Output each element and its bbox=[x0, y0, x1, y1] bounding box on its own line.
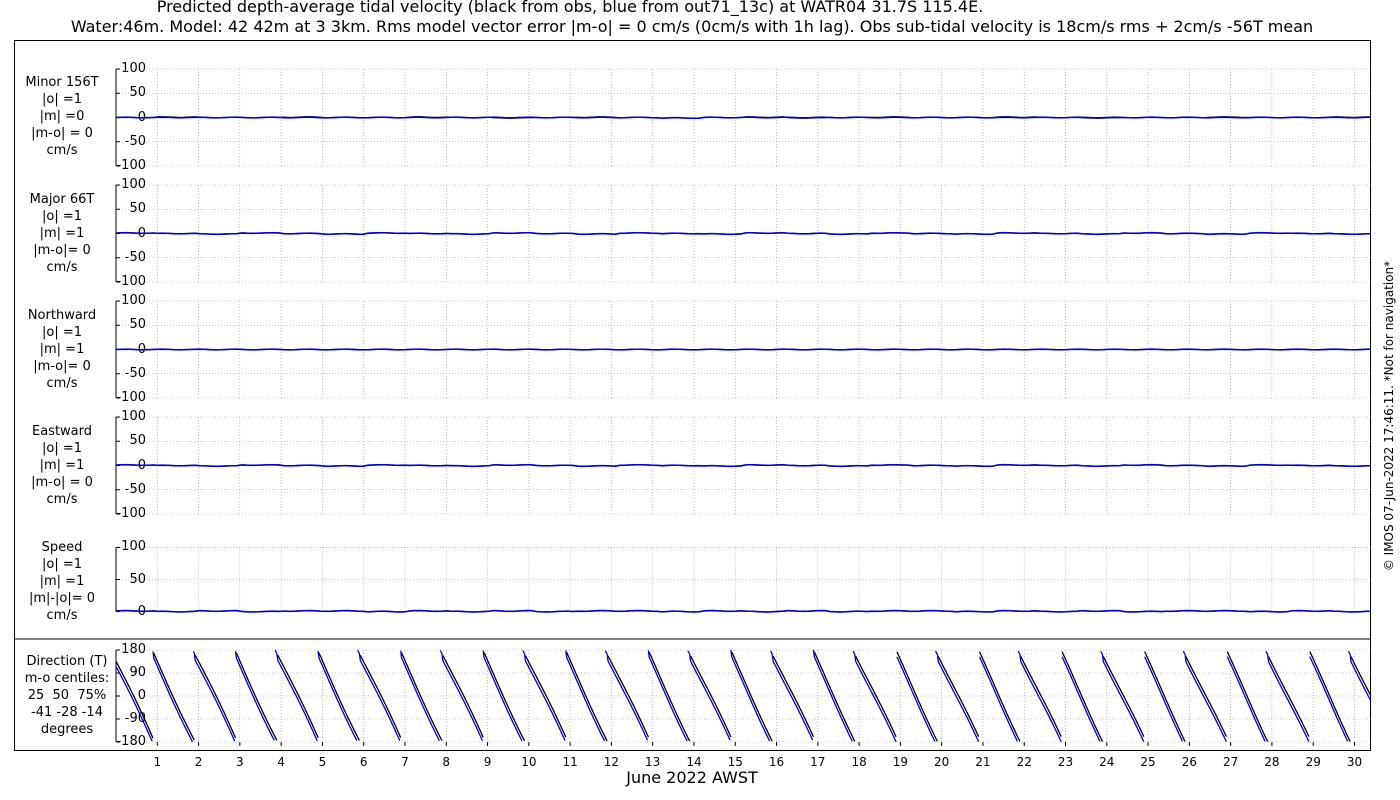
direction-series-line bbox=[442, 655, 484, 738]
direction-series-line bbox=[937, 655, 980, 737]
direction-series-line bbox=[153, 652, 195, 741]
direction-series-line bbox=[277, 654, 319, 739]
direction-series-line bbox=[1102, 656, 1145, 737]
direction-series-line bbox=[1144, 651, 1186, 742]
direction-series-line bbox=[1226, 656, 1266, 742]
direction-series-line bbox=[524, 655, 567, 738]
chart-svg bbox=[14, 68, 1372, 746]
direction-series-line bbox=[648, 651, 691, 742]
direction-series-line bbox=[1061, 651, 1104, 742]
direction-series-line bbox=[1144, 656, 1184, 742]
direction-series-line bbox=[896, 651, 938, 742]
series-line bbox=[115, 609, 1372, 613]
direction-series-line bbox=[194, 654, 237, 739]
direction-series-line bbox=[731, 651, 773, 742]
direction-series-line bbox=[689, 655, 732, 738]
direction-series-line bbox=[772, 655, 815, 738]
direction-series-line bbox=[1350, 656, 1372, 696]
direction-series-line bbox=[978, 651, 1021, 742]
direction-series-line bbox=[896, 656, 936, 742]
direction-series-line bbox=[978, 656, 1018, 742]
direction-series-line bbox=[483, 652, 526, 742]
direction-series-line bbox=[1020, 656, 1062, 737]
direction-series-line bbox=[1185, 656, 1227, 737]
series-line bbox=[115, 348, 1372, 351]
series-line bbox=[115, 116, 1372, 120]
x-axis-label: June 2022 AWST bbox=[626, 768, 758, 787]
direction-series-line bbox=[235, 652, 278, 741]
direction-series-line bbox=[357, 649, 401, 742]
direction-series-line bbox=[1267, 656, 1310, 737]
direction-series-line bbox=[1061, 656, 1101, 742]
direction-series-line bbox=[359, 654, 402, 738]
direction-series-line bbox=[192, 651, 236, 742]
direction-series-line bbox=[566, 652, 608, 742]
series-line bbox=[115, 463, 1372, 468]
direction-series-line bbox=[813, 651, 856, 742]
direction-series-line bbox=[400, 652, 443, 741]
copyright-notice: © IMOS 07-Jun-2022 17:46:11. *Not for na… bbox=[1382, 260, 1396, 572]
direction-series-line bbox=[607, 655, 649, 738]
direction-series-line bbox=[855, 655, 897, 738]
direction-series-line bbox=[1309, 651, 1351, 742]
direction-series-line bbox=[1309, 656, 1349, 742]
direction-series-line bbox=[1226, 651, 1269, 742]
series-line bbox=[115, 231, 1372, 236]
direction-series-line bbox=[318, 652, 360, 741]
direction-series-line bbox=[115, 666, 153, 742]
